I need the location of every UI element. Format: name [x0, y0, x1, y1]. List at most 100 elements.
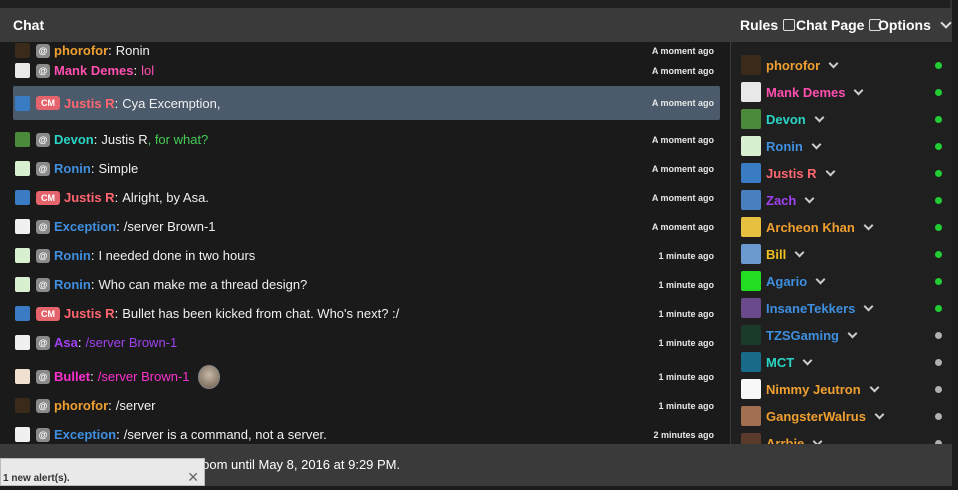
user-list-item[interactable]: InsaneTekkers [741, 297, 946, 319]
user-name[interactable]: Archeon Khan [766, 220, 855, 235]
user-list-item[interactable]: Ronin [741, 135, 946, 157]
user-name[interactable]: Ronin [766, 139, 803, 154]
message-timestamp: 1 minute ago [658, 400, 714, 411]
avatar[interactable] [15, 277, 30, 292]
avatar[interactable] [741, 271, 761, 291]
user-list-item[interactable]: Devon [741, 108, 946, 130]
avatar[interactable] [15, 190, 30, 205]
offline-status-icon [935, 331, 942, 339]
message-timestamp: 2 minutes ago [653, 429, 714, 440]
avatar[interactable] [741, 379, 761, 399]
chevron-down-icon[interactable] [874, 409, 885, 419]
avatar[interactable] [15, 248, 30, 263]
user-name[interactable]: GangsterWalrus [766, 409, 866, 424]
message-author[interactable]: phorofor [54, 398, 108, 413]
chevron-down-icon[interactable] [854, 85, 864, 95]
chevron-down-icon[interactable] [812, 436, 823, 444]
user-list-item[interactable]: Mank Demes [741, 81, 946, 103]
user-name[interactable]: MCT [766, 355, 794, 370]
chevron-down-icon[interactable] [863, 301, 874, 311]
avatar[interactable] [741, 190, 761, 210]
user-list-item[interactable]: TZSGaming [741, 324, 946, 346]
user-name[interactable]: Arrbie [766, 436, 804, 445]
avatar[interactable] [741, 217, 761, 237]
message-author[interactable]: Exception [54, 427, 116, 442]
user-list-item[interactable]: GangsterWalrus [741, 405, 946, 427]
chevron-down-icon[interactable] [847, 328, 858, 338]
user-name[interactable]: InsaneTekkers [766, 301, 855, 316]
avatar[interactable] [741, 163, 761, 183]
user-list-item[interactable]: Bill [741, 243, 946, 265]
avatar[interactable] [741, 109, 761, 129]
message-author[interactable]: Ronin [54, 161, 91, 176]
avatar[interactable] [741, 244, 761, 264]
chevron-down-icon[interactable] [811, 139, 822, 149]
avatar[interactable] [15, 132, 30, 147]
avatar[interactable] [15, 95, 30, 111]
user-list[interactable]: phorofor Mank Demes Devon Ronin Justis R Zach… [730, 42, 952, 444]
chevron-down-icon[interactable] [825, 166, 836, 176]
avatar[interactable] [15, 63, 30, 78]
message-author[interactable]: Asa [54, 335, 78, 350]
avatar[interactable] [15, 306, 30, 321]
message-author[interactable]: Justis R [64, 96, 115, 111]
avatar[interactable] [741, 82, 761, 102]
avatar[interactable] [15, 161, 30, 176]
user-list-item[interactable]: Nimmy Jeutron [741, 378, 946, 400]
chevron-down-icon[interactable] [869, 382, 880, 392]
avatar[interactable] [15, 427, 30, 442]
user-name[interactable]: TZSGaming [766, 328, 839, 343]
avatar[interactable] [15, 369, 30, 384]
message-author[interactable]: Ronin [54, 277, 91, 292]
user-name[interactable]: Justis R [766, 166, 817, 181]
avatar[interactable] [741, 325, 761, 345]
message-text: Alright, by Asa. [122, 190, 209, 205]
avatar[interactable] [741, 433, 761, 444]
user-list-item[interactable]: phorofor [741, 54, 946, 76]
chat-page-button[interactable]: Chat Page [796, 17, 882, 33]
message-author[interactable]: Exception [54, 219, 116, 234]
user-name[interactable]: Devon [766, 112, 806, 127]
at-badge: @ [36, 335, 50, 350]
avatar[interactable] [741, 352, 761, 372]
avatar[interactable] [15, 219, 30, 234]
close-icon[interactable]: ✕ [187, 469, 199, 486]
avatar[interactable] [741, 298, 761, 318]
user-list-item[interactable]: Zach [741, 189, 946, 211]
alert-toast[interactable]: 1 new alert(s). ✕ [0, 458, 205, 486]
user-list-item[interactable]: Arrbie [741, 432, 946, 444]
user-list-item[interactable]: Justis R [741, 162, 946, 184]
chevron-down-icon[interactable] [804, 193, 815, 203]
message-author[interactable]: Devon [54, 132, 94, 147]
user-name[interactable]: Zach [766, 193, 796, 208]
user-name[interactable]: Bill [766, 247, 786, 262]
user-list-item[interactable]: Archeon Khan [741, 216, 946, 238]
user-name[interactable]: Agario [766, 274, 807, 289]
online-status-icon [935, 223, 942, 231]
chevron-down-icon[interactable] [815, 274, 826, 284]
user-list-item[interactable]: Agario [741, 270, 946, 292]
avatar[interactable] [741, 55, 761, 75]
avatar[interactable] [15, 335, 30, 350]
message-author[interactable]: Justis R [64, 190, 115, 205]
chevron-down-icon[interactable] [863, 220, 874, 230]
chevron-down-icon[interactable] [794, 247, 805, 257]
chevron-down-icon[interactable] [814, 112, 825, 122]
message-list[interactable]: @ phorofor: Ronin A moment ago @ Mank Demes: l… [0, 42, 730, 444]
chevron-down-icon[interactable] [828, 58, 839, 68]
user-name[interactable]: phorofor [766, 58, 820, 73]
options-label: Options [878, 17, 931, 33]
rules-button[interactable]: Rules [740, 17, 796, 33]
avatar[interactable] [741, 136, 761, 156]
chevron-down-icon[interactable] [802, 355, 813, 365]
message-author[interactable]: Ronin [54, 248, 91, 263]
message-author[interactable]: Justis R [64, 306, 115, 321]
message-author[interactable]: Mank Demes [54, 63, 133, 78]
options-button[interactable]: Options [878, 17, 954, 33]
user-name[interactable]: Mank Demes [766, 85, 845, 100]
message-author[interactable]: Bullet [54, 369, 90, 384]
avatar[interactable] [15, 398, 30, 413]
avatar[interactable] [741, 406, 761, 426]
user-list-item[interactable]: MCT [741, 351, 946, 373]
user-name[interactable]: Nimmy Jeutron [766, 382, 861, 397]
